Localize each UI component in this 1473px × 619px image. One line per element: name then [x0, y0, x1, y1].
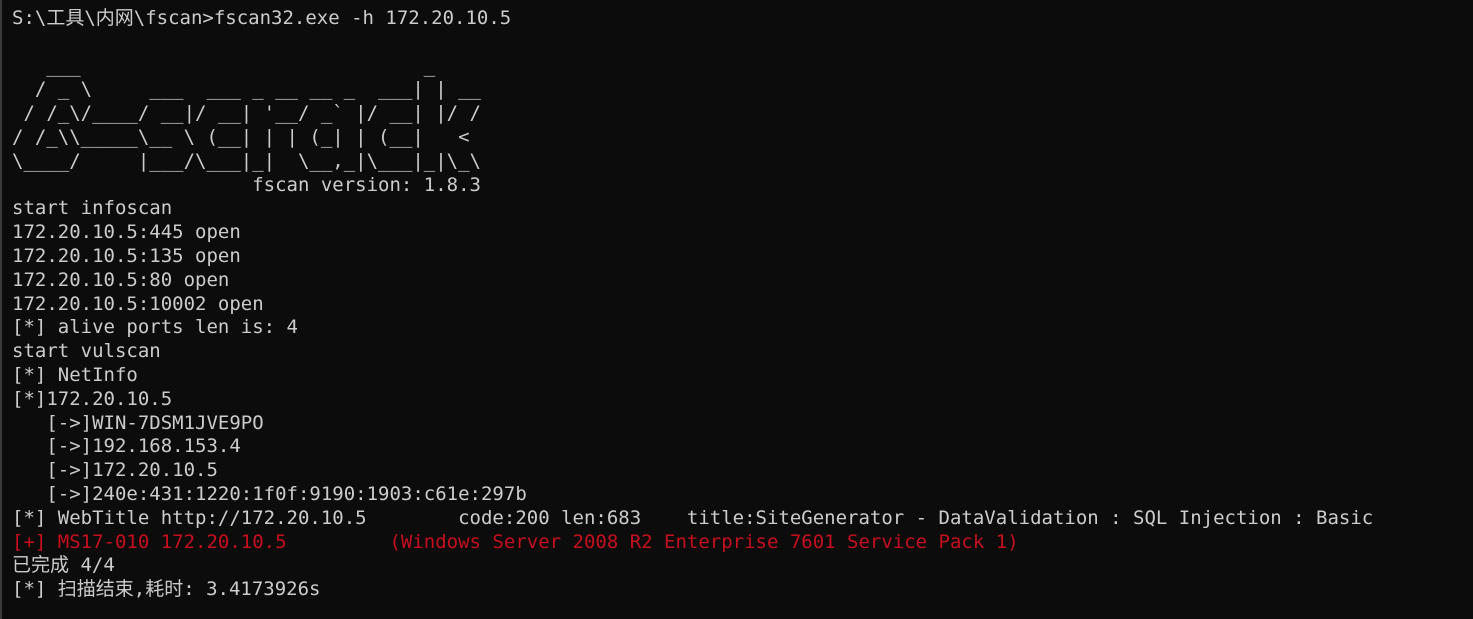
banner-line-1: ___ _ — [12, 54, 436, 77]
banner-line-2: / _ \ ___ ___ _ __ __ _ ___| | __ — [12, 78, 481, 101]
output-line: start vulscan — [12, 340, 161, 363]
output-line: [*] alive ports len is: 4 — [12, 316, 298, 339]
output-line: [->]192.168.153.4 — [12, 435, 241, 458]
output-line: 172.20.10.5:10002 open — [12, 292, 264, 315]
terminal-window[interactable]: S:\工具\内网\fscan>fscan32.exe -h 172.20.10.… — [0, 0, 1473, 619]
output-line: [->]172.20.10.5 — [12, 459, 218, 482]
output-line: 172.20.10.5:445 open — [12, 221, 241, 244]
output-line: [->]WIN-7DSM1JVE9PO — [12, 411, 264, 434]
banner-line-4: / /_\\_____\__ \ (__| | | (_| | (__| < — [12, 125, 470, 148]
progress-line: 已完成 4/4 — [12, 554, 115, 577]
command-line: S:\工具\内网\fscan>fscan32.exe -h 172.20.10.… — [12, 7, 512, 29]
vulnerability-line: [+] MS17-010 172.20.10.5 (Windows Server… — [12, 530, 1019, 553]
ascii-banner: ___ _ / _ \ ___ ___ _ __ __ _ ___| | __ … — [12, 55, 1473, 198]
output-line: [->]240e:431:1220:1f0f:9190:1903:c61e:29… — [12, 482, 527, 505]
output-line: [*]172.20.10.5 — [12, 387, 173, 410]
output-line: 172.20.10.5:80 open — [12, 268, 230, 291]
output-line: [*] NetInfo — [12, 363, 138, 386]
output-line: start infoscan — [12, 197, 173, 220]
banner-line-3: / /_\/____/ __|/ __| '__/ _` |/ __| |/ / — [12, 102, 481, 125]
webtitle-line: [*] WebTitle http://172.20.10.5 code:200… — [12, 506, 1374, 529]
window-left-border — [0, 0, 2, 619]
scan-finished-line: [*] 扫描结束,耗时: 3.4173926s — [12, 578, 321, 601]
scan-output: start infoscan 172.20.10.5:445 open 172.… — [12, 197, 1473, 602]
banner-line-5: \____/ |___/\___|_| \__,_|\___|_|\_\ — [12, 149, 481, 172]
version-line: fscan version: 1.8.3 — [12, 173, 481, 196]
output-line: 172.20.10.5:135 open — [12, 244, 241, 267]
